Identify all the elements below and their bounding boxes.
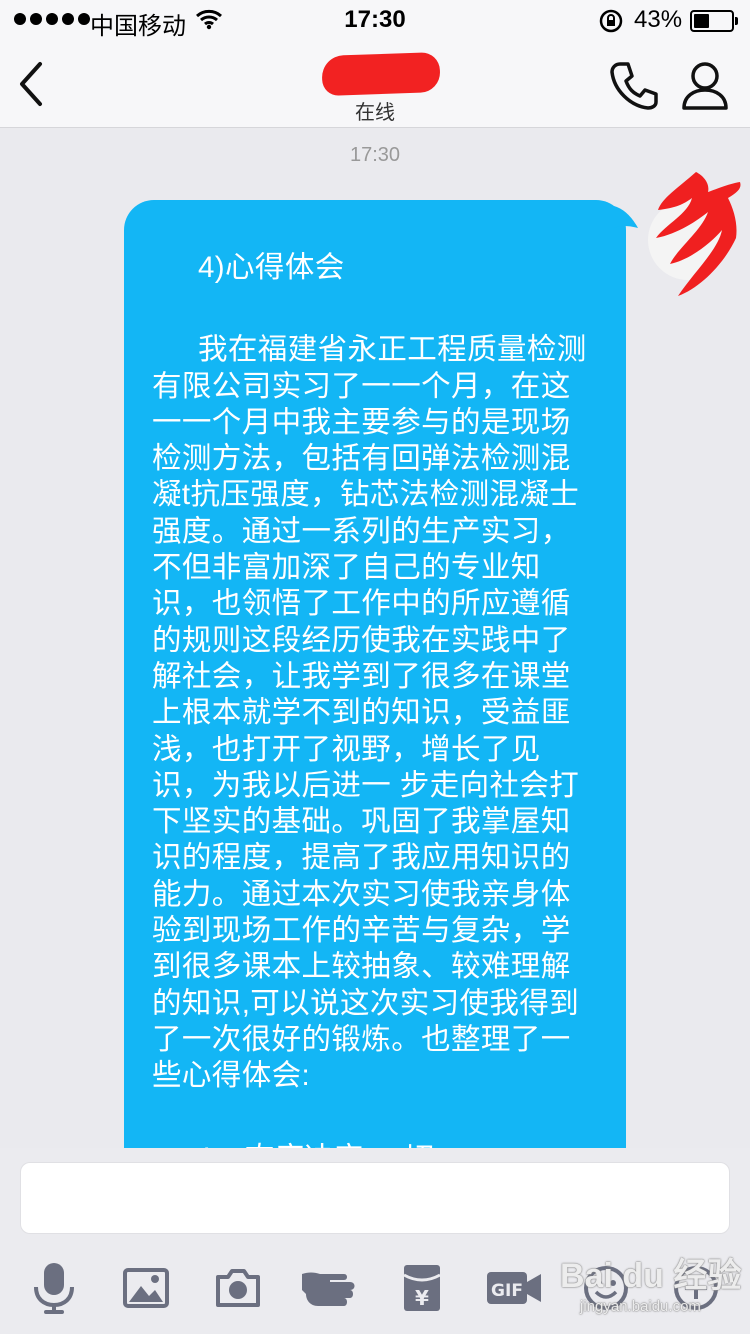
message-heading: 4)心得体会 xyxy=(198,251,345,284)
phone-icon[interactable] xyxy=(608,60,660,112)
red-packet-symbol: ¥ xyxy=(415,1286,429,1310)
message-bubble[interactable]: 4)心得体会 我在福建省永正工程质量检测有限公司实习了一一个月，在这一一个月中我… xyxy=(124,200,626,1160)
battery-icon xyxy=(690,10,738,32)
gif-label: GIF xyxy=(491,1281,523,1301)
contact-name-redaction xyxy=(321,51,441,97)
poke-hand-icon[interactable] xyxy=(298,1258,362,1318)
message-timestamp: 17:30 xyxy=(349,144,401,166)
battery-percent: 43% xyxy=(634,6,683,33)
avatar-redaction xyxy=(656,172,741,296)
watermark-sub: jingyan.baidu.com xyxy=(580,1298,701,1315)
camera-icon[interactable] xyxy=(208,1258,268,1318)
watermark-main: Bai du 经验 xyxy=(560,1257,742,1295)
rotation-lock-icon xyxy=(599,9,623,33)
status-bar: 中国移动 17:30 43% xyxy=(0,0,750,40)
message-body: 我在福建省永正工程质量检测有限公司实习了一一个月，在这一一个月中我主要参与的是现… xyxy=(152,333,587,1093)
gif-icon[interactable]: GIF xyxy=(484,1258,544,1318)
bubble-tail xyxy=(614,206,638,228)
red-packet-icon[interactable]: ¥ xyxy=(392,1258,452,1318)
message-input[interactable] xyxy=(20,1162,730,1234)
microphone-icon[interactable] xyxy=(24,1258,84,1318)
person-icon[interactable] xyxy=(680,60,730,112)
baidu-watermark: Bai du 经验 jingyan.baidu.com xyxy=(560,1248,750,1328)
image-icon[interactable] xyxy=(116,1258,176,1318)
chat-header: 在线 xyxy=(0,40,750,128)
